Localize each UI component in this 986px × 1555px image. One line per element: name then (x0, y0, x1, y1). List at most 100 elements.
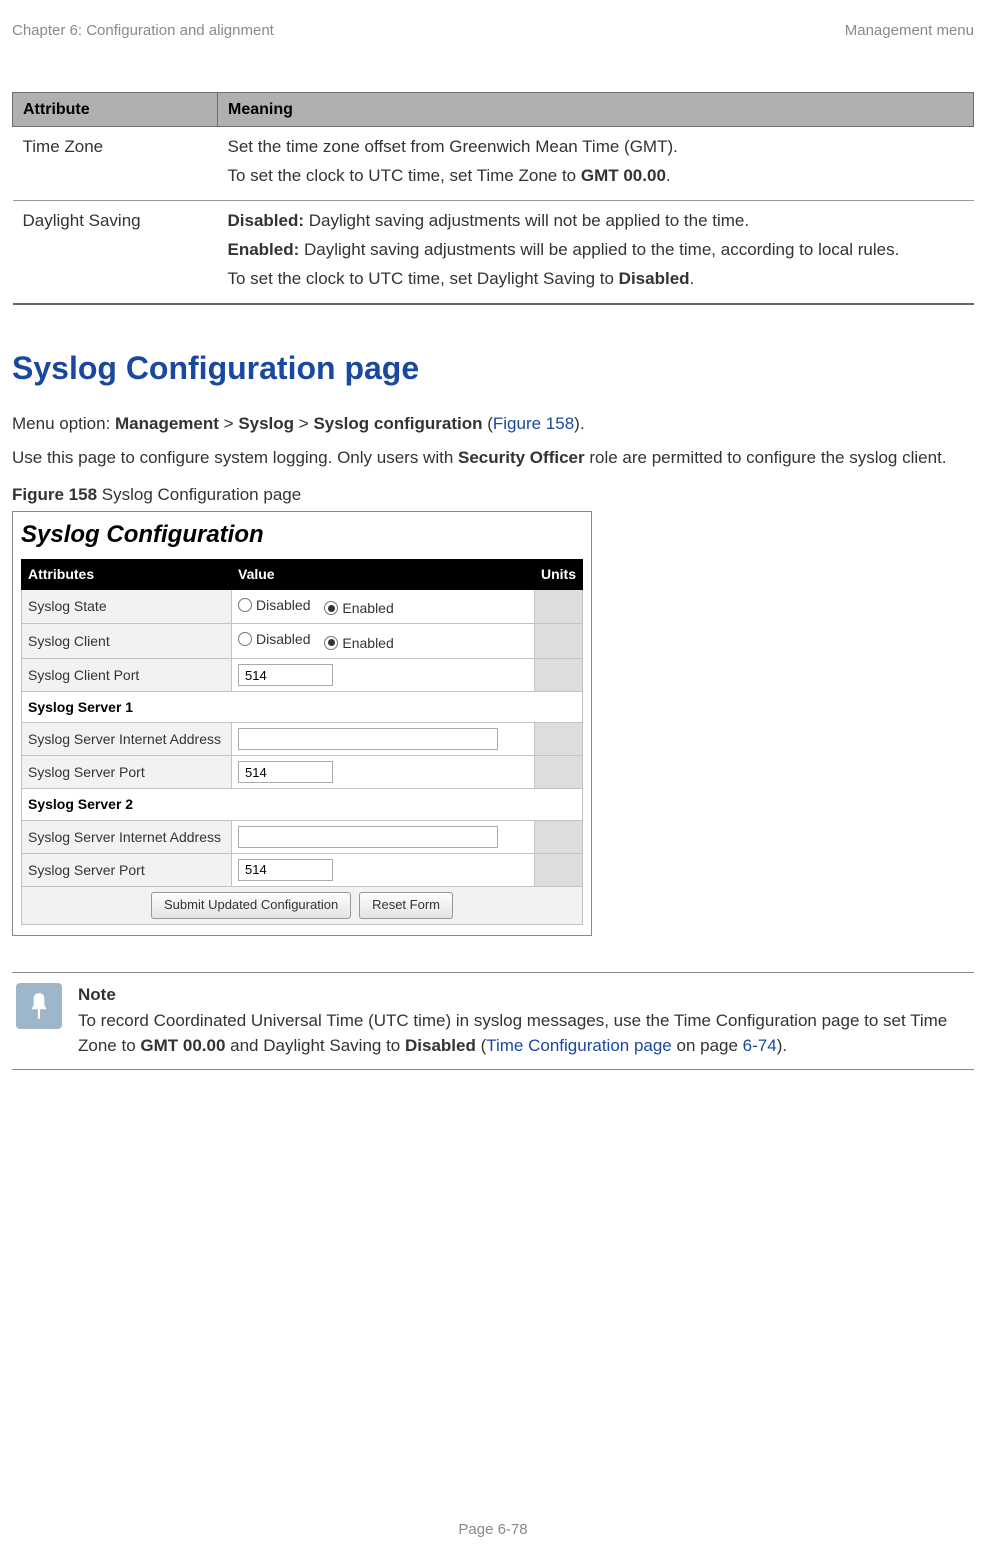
figure-title-text: Syslog Configuration page (97, 485, 301, 504)
text: on page (672, 1036, 743, 1055)
section-label: Management menu (845, 20, 974, 42)
meaning-text: Set the time zone offset from Greenwich … (228, 137, 678, 156)
radio-enabled[interactable]: Enabled (324, 598, 393, 618)
figure-link[interactable]: Figure 158 (493, 414, 574, 433)
meaning-bold: Disabled: (228, 211, 305, 230)
breadcrumb: Management (115, 414, 219, 433)
note-title: Note (78, 983, 970, 1008)
meaning-text: To set the clock to UTC time, set Daylig… (228, 269, 619, 288)
table-row: Syslog Server 1 (22, 692, 583, 723)
col-value: Value (232, 560, 535, 589)
text: and Daylight Saving to (225, 1036, 405, 1055)
server2-address-input[interactable] (238, 826, 498, 848)
table-row: Syslog Client Disabled Enabled (22, 624, 583, 659)
row-units (535, 820, 583, 853)
note-body: Note To record Coordinated Universal Tim… (78, 983, 970, 1059)
row-units (535, 659, 583, 692)
col-units: Units (535, 560, 583, 589)
table-row: Syslog Server 2 (22, 789, 583, 820)
row-label: Syslog Client Port (22, 659, 232, 692)
row-units (535, 756, 583, 789)
table-row: Submit Updated Configuration Reset Form (22, 886, 583, 924)
radio-disabled[interactable]: Disabled (238, 595, 310, 615)
meaning-bold: GMT 00.00 (581, 166, 666, 185)
table-header-attribute: Attribute (13, 92, 218, 126)
server1-address-input[interactable] (238, 728, 498, 750)
page-ref-link[interactable]: 6-74 (743, 1036, 777, 1055)
breadcrumb: Syslog configuration (313, 414, 482, 433)
role-name: Security Officer (458, 448, 585, 467)
text: ). (777, 1036, 787, 1055)
attr-name: Daylight Saving (13, 201, 218, 304)
row-label: Syslog Client (22, 624, 232, 659)
attr-meaning: Set the time zone offset from Greenwich … (218, 126, 974, 200)
row-units (535, 624, 583, 659)
radio-label: Enabled (342, 598, 393, 618)
chapter-label: Chapter 6: Configuration and alignment (12, 20, 274, 42)
bold-text: Disabled (405, 1036, 476, 1055)
section-server2: Syslog Server 2 (22, 789, 583, 820)
meaning-text: Daylight saving adjustments will not be … (304, 211, 749, 230)
table-row: Time Zone Set the time zone offset from … (13, 126, 974, 200)
client-port-input[interactable] (238, 664, 333, 686)
submit-button[interactable]: Submit Updated Configuration (151, 892, 351, 919)
radio-enabled[interactable]: Enabled (324, 633, 393, 653)
radio-label: Disabled (256, 595, 310, 615)
meaning-bold: Disabled (619, 269, 690, 288)
row-value: Disabled Enabled (232, 624, 535, 659)
row-label: Syslog Server Internet Address (22, 820, 232, 853)
section-server1: Syslog Server 1 (22, 692, 583, 723)
meaning-text: Daylight saving adjustments will be appl… (299, 240, 899, 259)
usage-text: Use this page to configure system loggin… (12, 446, 974, 471)
row-label: Syslog Server Port (22, 853, 232, 886)
row-label: Syslog Server Port (22, 756, 232, 789)
text: > (219, 414, 238, 433)
page-footer: Page 6-78 (0, 1519, 986, 1541)
row-value (232, 820, 535, 853)
row-value (232, 853, 535, 886)
table-row: Syslog Server Internet Address (22, 820, 583, 853)
row-units (535, 589, 583, 624)
attr-meaning: Disabled: Daylight saving adjustments wi… (218, 201, 974, 304)
table-row: Daylight Saving Disabled: Daylight savin… (13, 201, 974, 304)
text: Use this page to configure system loggin… (12, 448, 458, 467)
menu-option-line: Menu option: Management > Syslog > Syslo… (12, 412, 974, 437)
figure-heading: Syslog Configuration (21, 518, 583, 553)
row-value (232, 756, 535, 789)
attribute-meaning-table: Attribute Meaning Time Zone Set the time… (12, 92, 974, 305)
row-label: Syslog Server Internet Address (22, 723, 232, 756)
page-link[interactable]: Time Configuration page (486, 1036, 672, 1055)
table-row: Syslog State Disabled Enabled (22, 589, 583, 624)
text: ). (574, 414, 584, 433)
server1-port-input[interactable] (238, 761, 333, 783)
text: > (294, 414, 313, 433)
note-pin-icon (16, 983, 62, 1029)
table-row: Syslog Server Port (22, 853, 583, 886)
syslog-config-table: Attributes Value Units Syslog State Disa… (21, 559, 583, 924)
text: ( (476, 1036, 486, 1055)
server2-port-input[interactable] (238, 859, 333, 881)
reset-button[interactable]: Reset Form (359, 892, 453, 919)
note-text: To record Coordinated Universal Time (UT… (78, 1009, 970, 1058)
table-row: Syslog Server Port (22, 756, 583, 789)
text: ( (483, 414, 493, 433)
figure-screenshot: Syslog Configuration Attributes Value Un… (12, 511, 592, 935)
button-row: Submit Updated Configuration Reset Form (22, 886, 583, 924)
meaning-text: To set the clock to UTC time, set Time Z… (228, 166, 581, 185)
radio-disabled[interactable]: Disabled (238, 629, 310, 649)
row-value (232, 659, 535, 692)
text: Menu option: (12, 414, 115, 433)
row-value: Disabled Enabled (232, 589, 535, 624)
figure-number: Figure 158 (12, 485, 97, 504)
table-row: Syslog Client Port (22, 659, 583, 692)
meaning-bold: Enabled: (228, 240, 300, 259)
row-label: Syslog State (22, 589, 232, 624)
note-block: Note To record Coordinated Universal Tim… (12, 972, 974, 1070)
breadcrumb: Syslog (238, 414, 294, 433)
table-header-meaning: Meaning (218, 92, 974, 126)
row-value (232, 723, 535, 756)
row-units (535, 723, 583, 756)
attr-name: Time Zone (13, 126, 218, 200)
figure-caption: Figure 158 Syslog Configuration page (12, 483, 974, 508)
bold-text: GMT 00.00 (140, 1036, 225, 1055)
